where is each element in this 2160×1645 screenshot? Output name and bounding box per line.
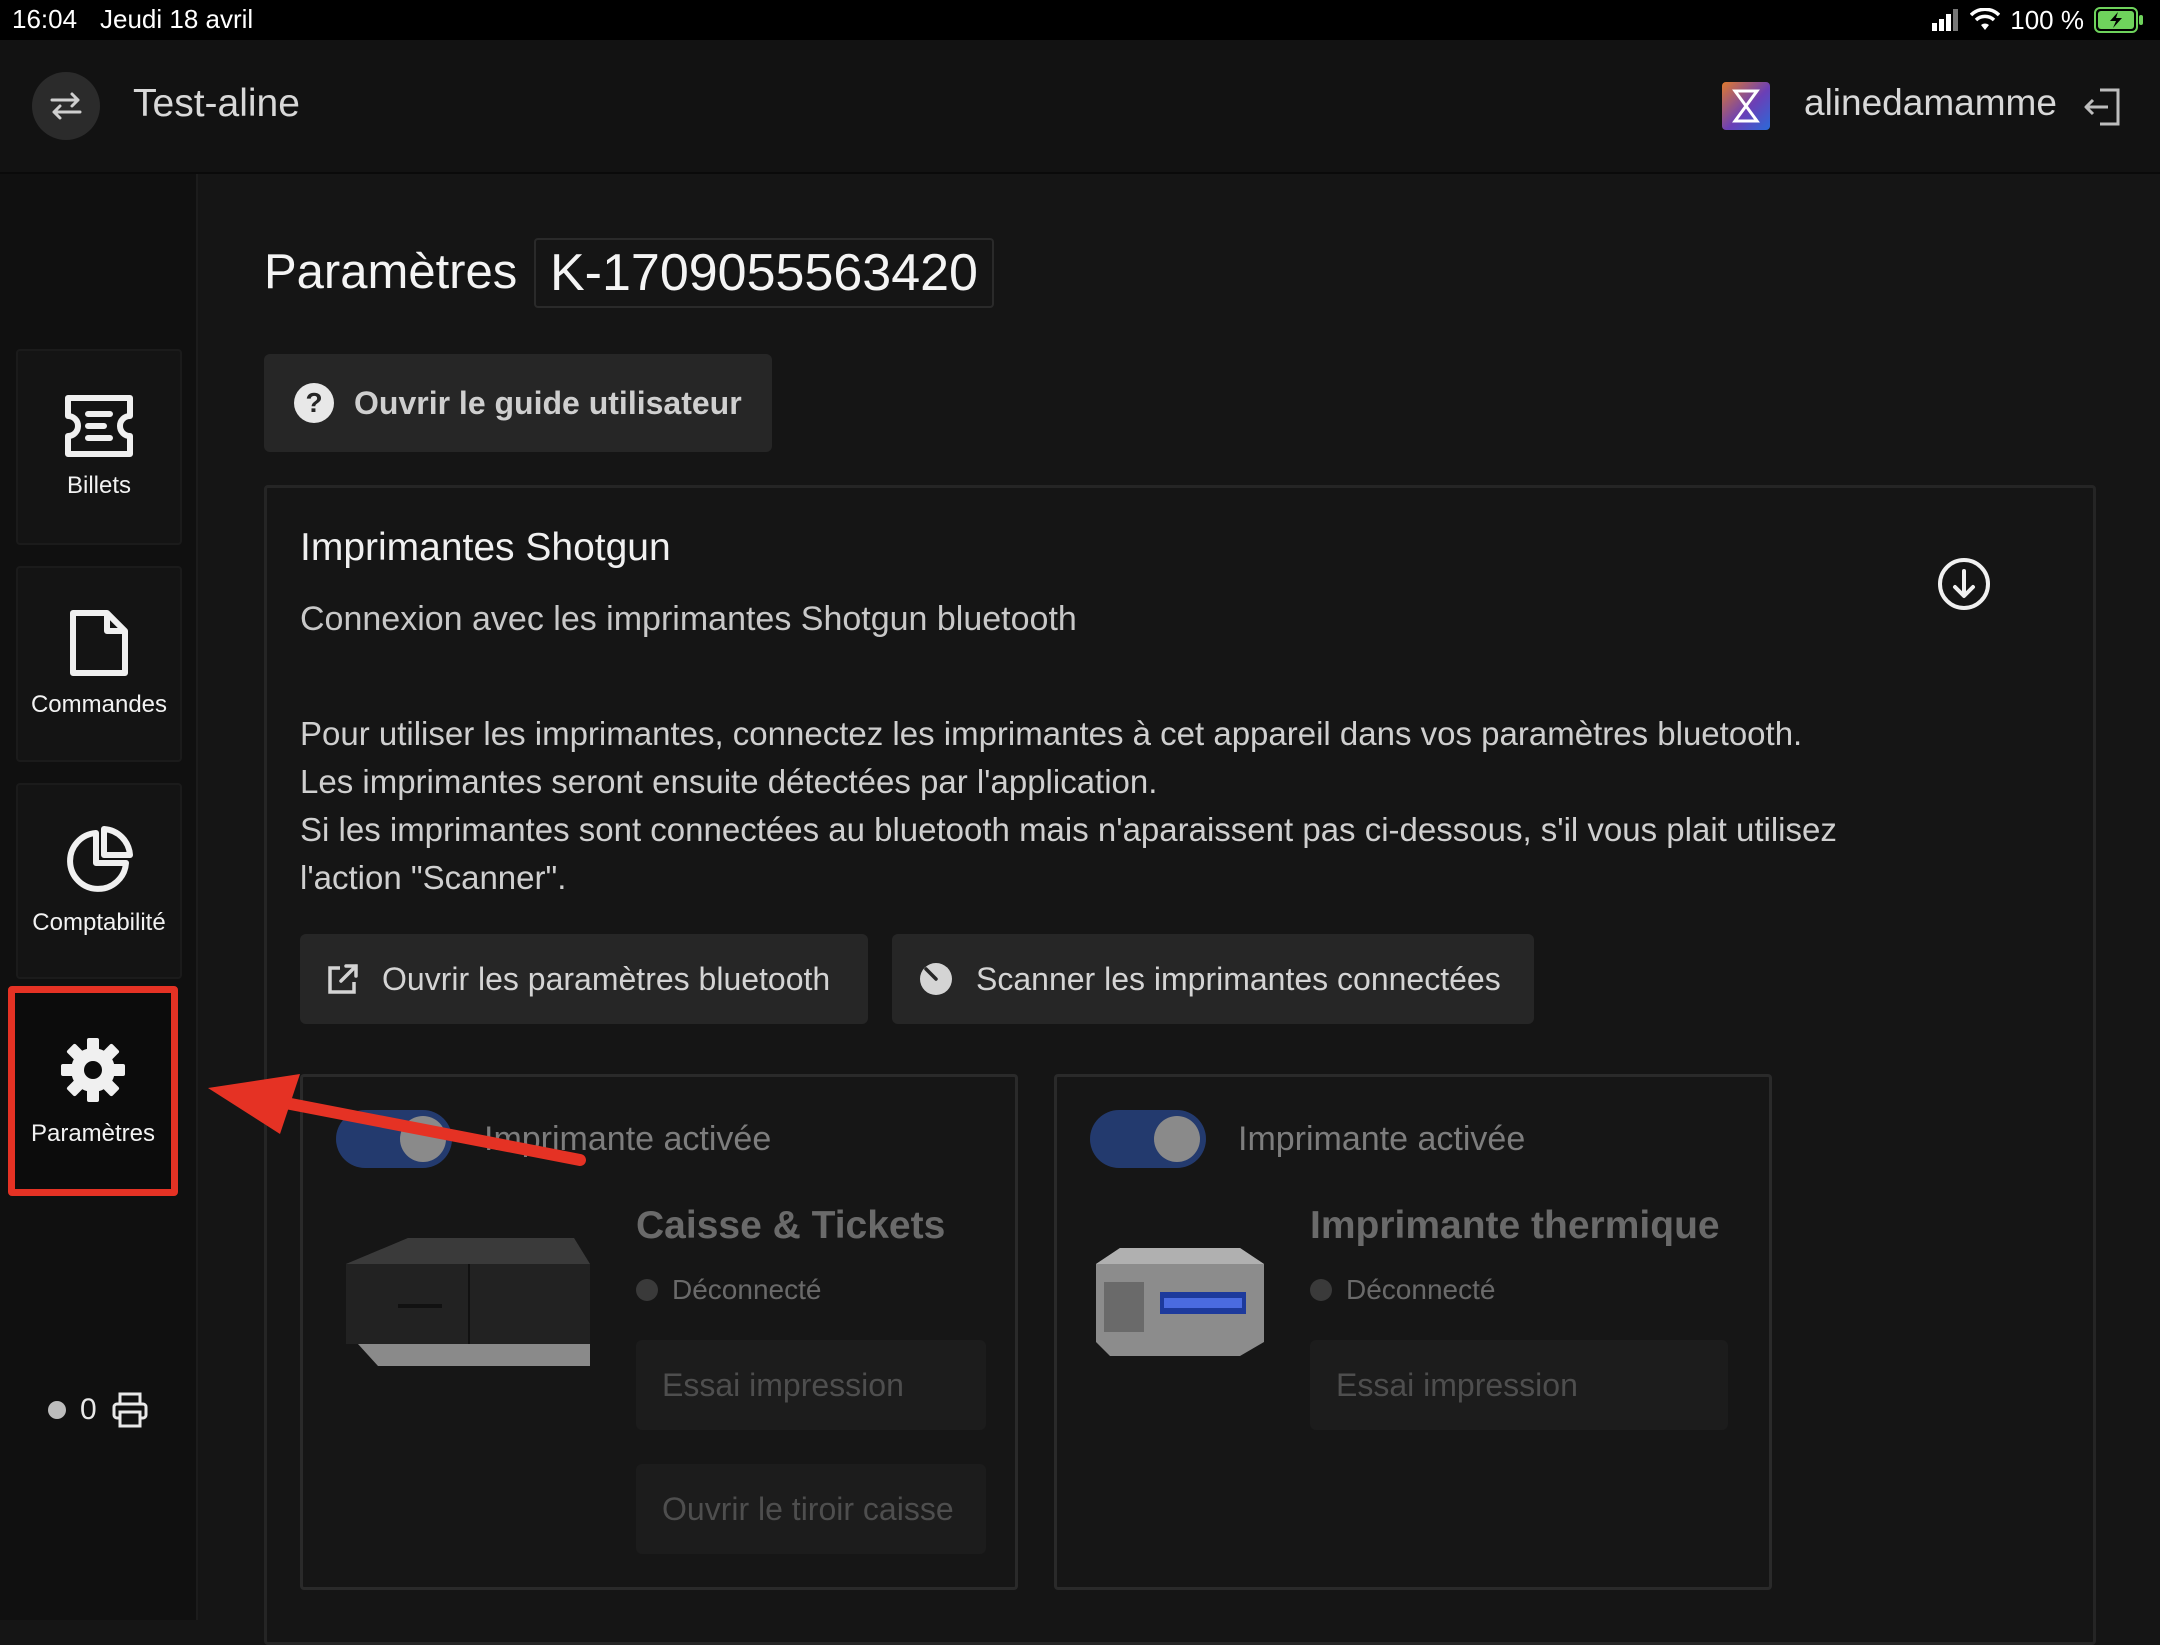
page-title: Paramètres (264, 245, 518, 299)
status-bar (0, 0, 2160, 40)
button-label: Ouvrir les paramètres bluetooth (382, 960, 831, 997)
status-dot (1310, 1279, 1332, 1301)
sidebar-item-parametres[interactable]: Paramètres (8, 986, 178, 1196)
annotation-arrow (208, 1074, 586, 1166)
connection-status: Déconnecté (1310, 1274, 1495, 1306)
switch-account-button[interactable] (32, 72, 100, 140)
printer-icon (112, 1392, 148, 1428)
panel-subtitle: Connexion avec les imprimantes Shotgun b… (300, 600, 1077, 638)
open-cash-drawer-button[interactable]: Ouvrir le tiroir caisse (636, 1464, 986, 1554)
radar-scan-icon (920, 963, 952, 995)
printer-name: Imprimante thermique (1310, 1204, 1720, 1247)
description-line: l'action "Scanner". (300, 859, 567, 896)
document-icon (70, 610, 128, 676)
sidebar-item-label: Commandes (30, 691, 168, 718)
cellular-signal-icon (1932, 9, 1959, 31)
description-line: Pour utiliser les imprimantes, connectez… (300, 715, 1803, 752)
description-line: Les imprimantes seront ensuite détectées… (300, 763, 1158, 800)
cash-register-image (346, 1238, 590, 1366)
logout-button[interactable] (2082, 86, 2124, 133)
hourglass-logo-icon (1732, 89, 1760, 123)
sidebar-item-label: Billets (66, 472, 132, 499)
button-label: Ouvrir le guide utilisateur (354, 384, 742, 421)
help-icon: ? (294, 383, 334, 423)
pie-chart-icon (67, 826, 133, 892)
description-line: Si les imprimantes sont connectées au bl… (300, 811, 1837, 848)
logout-icon (2084, 88, 2120, 126)
status-indicators: 100 % (1932, 4, 2144, 36)
ticket-icon (65, 395, 133, 457)
sidebar-item-commandes[interactable]: Commandes (16, 566, 182, 762)
avatar (1722, 82, 1770, 130)
status-time: 16:04 (12, 4, 78, 34)
wifi-icon (1970, 8, 2001, 30)
external-link-icon (328, 964, 358, 994)
status-date: Jeudi 18 avril (100, 4, 254, 34)
sidebar-item-label: Paramètres (30, 1120, 156, 1147)
thermal-printer-image (1096, 1248, 1264, 1356)
battery-percent: 100 % (2010, 4, 2084, 35)
panel-title: Imprimantes Shotgun (300, 526, 671, 569)
connection-status: Déconnecté (636, 1274, 821, 1306)
panel-description: Pour utiliser les imprimantes, connectez… (300, 710, 2060, 902)
button-label: Scanner les imprimantes connectées (976, 960, 1501, 997)
swap-arrows-icon (50, 92, 82, 120)
scan-printers-button[interactable]: Scanner les imprimantes connectées (892, 934, 1534, 1024)
open-bluetooth-settings-button[interactable]: Ouvrir les paramètres bluetooth (300, 934, 868, 1024)
toggle-label: Imprimante activée (1238, 1120, 1526, 1158)
printer-enabled-toggle[interactable] (1090, 1110, 1206, 1168)
status-dot (636, 1279, 658, 1301)
open-user-guide-button[interactable]: ? Ouvrir le guide utilisateur (264, 354, 772, 452)
gear-icon (61, 1038, 125, 1102)
sidebar-item-billets[interactable]: Billets (16, 349, 182, 545)
sidebar-item-comptabilite[interactable]: Comptabilité (16, 783, 182, 979)
status-dot (48, 1401, 66, 1419)
device-id: K-1709055563420 (534, 238, 994, 308)
username: alinedamamme (1804, 82, 2057, 123)
download-circle-icon (1938, 558, 1990, 610)
printer-count: 0 (80, 1393, 97, 1426)
test-print-button[interactable]: Essai impression (1310, 1340, 1728, 1430)
collapse-panel-button[interactable] (1937, 557, 1991, 616)
status-text: Déconnecté (1346, 1274, 1496, 1305)
printer-status[interactable]: 0 (48, 1392, 149, 1428)
account-name: Test-aline (133, 82, 300, 125)
test-print-button[interactable]: Essai impression (636, 1340, 986, 1430)
printer-name: Caisse & Tickets (636, 1204, 946, 1247)
status-text: Déconnecté (672, 1274, 822, 1305)
battery-charging-icon (2094, 7, 2143, 33)
sidebar-item-label: Comptabilité (32, 909, 166, 936)
